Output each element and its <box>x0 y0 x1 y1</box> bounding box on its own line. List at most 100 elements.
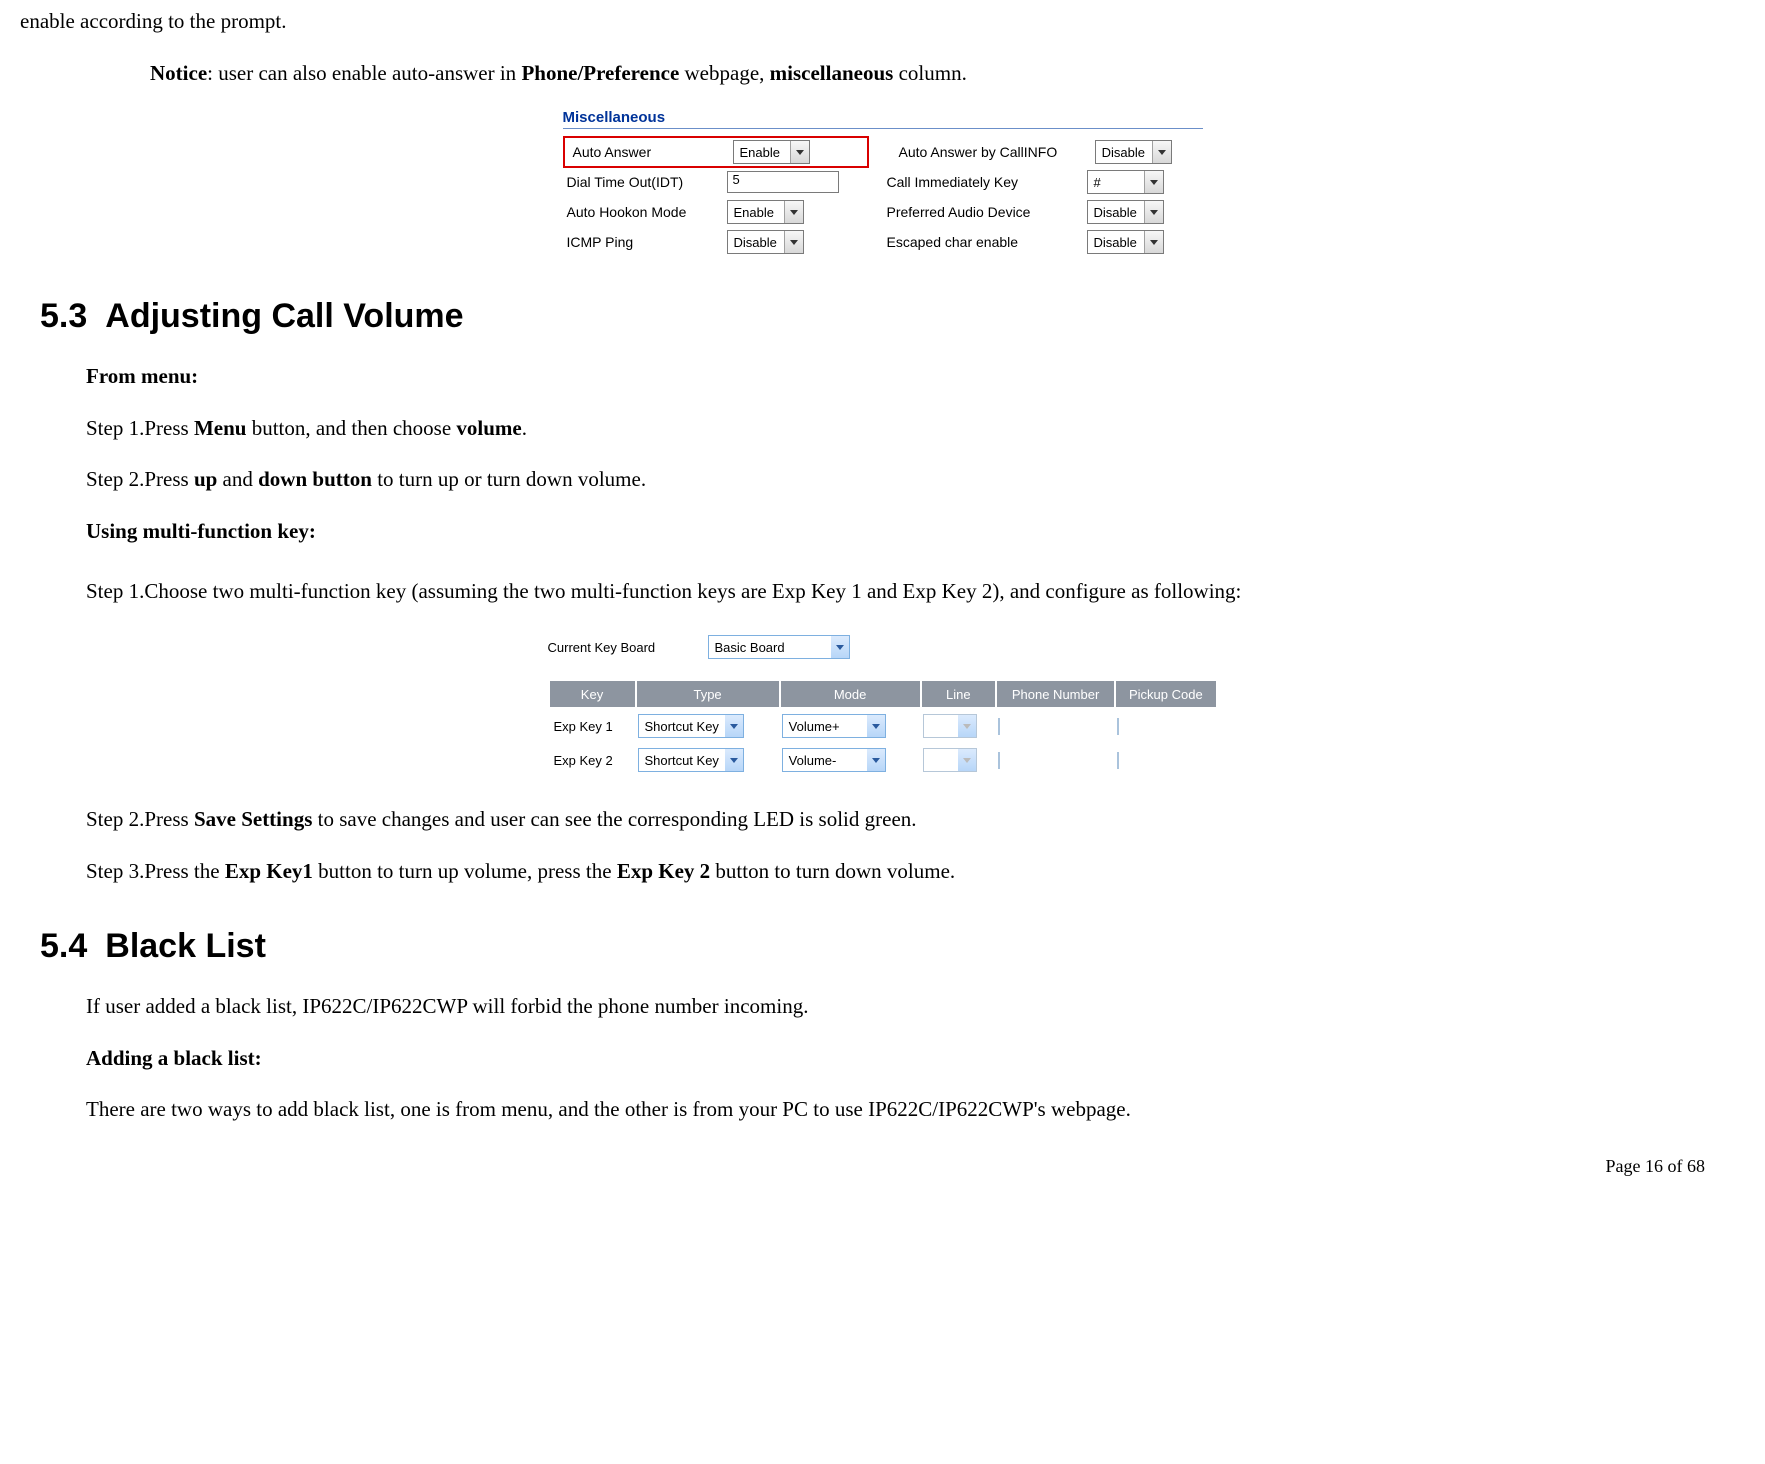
notice-t3: column. <box>893 61 967 85</box>
chevron-down-icon <box>1144 231 1163 253</box>
kb-cell: Shortcut Key <box>637 711 779 741</box>
misc-row: Auto AnswerEnableAuto Answer by CallINFO… <box>563 137 1203 167</box>
kb-header-cell: Pickup Code <box>1116 681 1215 707</box>
misc-label: Preferred Audio Device <box>857 204 1087 220</box>
keyboard-screenshot: Current Key Board Basic Board KeyTypeMod… <box>548 635 1218 779</box>
chevron-down-icon <box>784 231 803 253</box>
misc-ctrl: Enable <box>733 140 863 164</box>
s1a: Step 1.Press <box>86 416 194 440</box>
s2b: up <box>194 467 217 491</box>
kb-header-cell: Type <box>637 681 779 707</box>
misc-ctrl: Disable <box>1087 230 1197 254</box>
misc-label: Auto Hookon Mode <box>563 204 727 220</box>
current-keyboard-select[interactable]: Basic Board <box>708 635 850 659</box>
select-value: Disable <box>1088 205 1144 220</box>
mfk-s2c: to save changes and user can see the cor… <box>312 807 916 831</box>
chevron-down-icon <box>958 749 976 771</box>
chevron-down-icon <box>725 715 743 737</box>
mfk-s3e: button to turn down volume. <box>710 859 955 883</box>
kb-cell <box>922 745 995 775</box>
kb-header-cell: Phone Number <box>997 681 1114 707</box>
mfk-s3b: Exp Key1 <box>225 859 313 883</box>
notice-t2: webpage, <box>679 61 769 85</box>
notice-b2: miscellaneous <box>770 61 894 85</box>
kb-top-label: Current Key Board <box>548 640 708 655</box>
step1-menu: Step 1.Press Menu button, and then choos… <box>86 413 1665 445</box>
select[interactable]: Volume+ <box>782 714 886 738</box>
misc-ctrl: Enable <box>727 200 857 224</box>
kb-header-cell: Line <box>922 681 995 707</box>
chevron-down-icon <box>725 749 743 771</box>
phone-number-input[interactable] <box>998 718 1000 735</box>
mfk-s3a: Step 3.Press the <box>86 859 225 883</box>
step2-menu: Step 2.Press up and down button to turn … <box>86 464 1665 496</box>
kb-header-cell: Mode <box>781 681 920 707</box>
section-5-3-num: 5.3 <box>40 297 87 335</box>
section-5-3-title: Adjusting Call Volume <box>105 297 463 335</box>
section-5-3-heading: 5.3 Adjusting Call Volume <box>40 297 1745 336</box>
select[interactable]: Shortcut Key <box>638 748 744 772</box>
select[interactable]: Disable <box>1087 230 1164 254</box>
mfk-step3: Step 3.Press the Exp Key1 button to turn… <box>86 856 1665 888</box>
kb-cell: Volume- <box>781 745 920 775</box>
using-mfk-subhead: Using multi-function key: <box>86 516 1665 548</box>
misc-ctrl: 5 <box>727 171 857 193</box>
chevron-down-icon <box>867 715 885 737</box>
select[interactable]: Enable <box>727 200 804 224</box>
intro-fragment: enable according to the prompt. <box>20 6 1745 38</box>
mfk-step1: Step 1.Choose two multi-function key (as… <box>86 567 1665 615</box>
highlight-box: Auto AnswerEnable <box>563 136 869 168</box>
select-value: Volume- <box>783 753 867 768</box>
select[interactable]: Disable <box>1095 140 1172 164</box>
mfk-s2b: Save Settings <box>194 807 312 831</box>
table-row: Exp Key 2 Shortcut Key Volume- <box>550 745 1216 775</box>
select <box>923 714 977 738</box>
kb-key-cell: Exp Key 2 <box>550 745 635 775</box>
s2a: Step 2.Press <box>86 467 194 491</box>
section-5-4-title: Black List <box>105 927 266 965</box>
select[interactable]: # <box>1087 170 1164 194</box>
select-value: Disable <box>1096 145 1152 160</box>
mfk-step2: Step 2.Press Save Settings to save chang… <box>86 804 1665 836</box>
misc-ctrl: Disable <box>1095 140 1203 164</box>
select-value: Shortcut Key <box>639 753 725 768</box>
select[interactable]: Disable <box>727 230 804 254</box>
chevron-down-icon <box>831 636 849 658</box>
kb-cell <box>1116 711 1215 741</box>
misc-ctrl: Disable <box>1087 200 1197 224</box>
select[interactable]: Shortcut Key <box>638 714 744 738</box>
chevron-down-icon <box>867 749 885 771</box>
misc-ctrl: # <box>1087 170 1197 194</box>
select[interactable]: Enable <box>733 140 810 164</box>
phone-number-input[interactable] <box>998 752 1000 769</box>
misc-row: Auto Hookon ModeEnable Preferred Audio De… <box>563 197 1203 227</box>
kb-cell <box>997 711 1114 741</box>
select <box>923 748 977 772</box>
section-5-4-heading: 5.4 Black List <box>40 927 1745 966</box>
notice-t1: : user can also enable auto-answer in <box>207 61 521 85</box>
table-row: Exp Key 1Shortcut KeyVolume+ <box>550 711 1216 741</box>
misc-title: Miscellaneous <box>563 109 1203 129</box>
kb-header-cell: Key <box>550 681 635 707</box>
select-value: Volume+ <box>783 719 867 734</box>
select[interactable]: Disable <box>1087 200 1164 224</box>
s2d: down button <box>258 467 372 491</box>
select-value: # <box>1088 175 1144 190</box>
select-value: Shortcut Key <box>639 719 725 734</box>
s1d: volume <box>456 416 521 440</box>
misc-label: Dial Time Out(IDT) <box>563 174 727 190</box>
text-input[interactable]: 5 <box>727 171 839 193</box>
chevron-down-icon <box>958 715 976 737</box>
s1e: . <box>522 416 527 440</box>
section-5-4-num: 5.4 <box>40 927 87 965</box>
select-value: Enable <box>734 145 790 160</box>
chevron-down-icon <box>790 141 809 163</box>
select[interactable]: Volume- <box>782 748 886 772</box>
mfk-s3c: button to turn up volume, press the <box>313 859 617 883</box>
from-menu-subhead: From menu: <box>86 361 1665 393</box>
misc-row: ICMP PingDisableEscaped char enableDisab… <box>563 227 1203 257</box>
notice-prefix: Notice <box>150 61 207 85</box>
pickup-code-input[interactable] <box>1117 718 1119 735</box>
kb-cell: Shortcut Key <box>637 745 779 775</box>
pickup-code-input[interactable] <box>1117 752 1119 769</box>
